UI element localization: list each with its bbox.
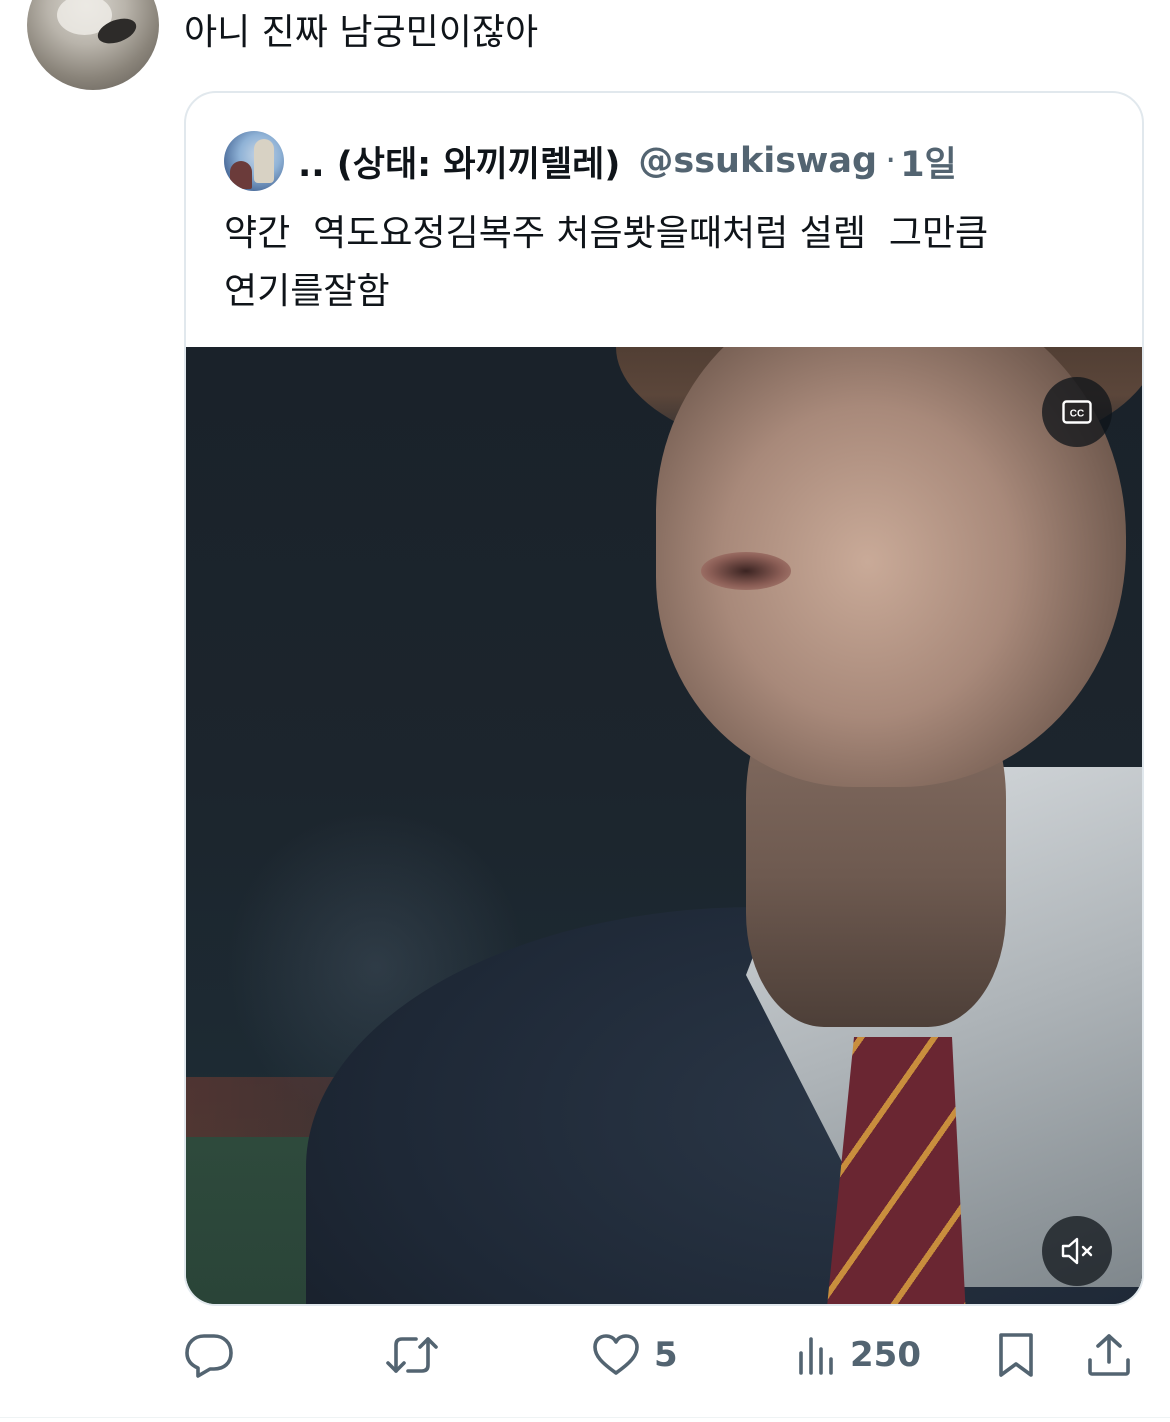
closed-captions-button[interactable]: CC: [1042, 377, 1112, 447]
views-chart-icon: [799, 1337, 833, 1375]
avatar[interactable]: [27, 0, 159, 90]
like-count: 5: [654, 1335, 678, 1375]
reply-text: 아니 진짜 남궁민이잖아: [184, 12, 539, 53]
like-button[interactable]: 5: [592, 1325, 678, 1385]
quoted-avatar[interactable]: [224, 131, 284, 191]
volume-muted-icon: [1061, 1237, 1093, 1265]
quoted-tweet-text: 약간 역도요정김복주 처음봣을때처럼 설렘 그만큼 연기를잘함: [224, 213, 989, 312]
separator-dot: ·: [885, 141, 897, 181]
tweet-reply: 아니 진짜 남궁민이잖아 .. (상태: 와끼끼렐레) @ssukiswag ·…: [0, 0, 1170, 1422]
svg-text:CC: CC: [1070, 409, 1084, 420]
quoted-tweet-header: .. (상태: 와끼끼렐레) @ssukiswag · 1일: [224, 129, 957, 193]
views-count: 250: [850, 1335, 921, 1375]
views-button[interactable]: 250: [796, 1325, 921, 1385]
video-player[interactable]: CC: [186, 347, 1142, 1304]
retweet-button[interactable]: [384, 1325, 440, 1385]
divider: [0, 1417, 1170, 1418]
quoted-display-name[interactable]: .. (상태: 와끼끼렐레): [298, 136, 620, 187]
quoted-tweet-card[interactable]: .. (상태: 와끼끼렐레) @ssukiswag · 1일 약간 역도요정김복…: [184, 91, 1144, 1306]
share-button[interactable]: [1086, 1325, 1132, 1385]
bookmark-icon: [999, 1333, 1033, 1377]
reply-button[interactable]: [184, 1325, 234, 1385]
tweet-action-bar: 5 250: [184, 1325, 1140, 1385]
video-mouth: [701, 552, 791, 590]
quoted-timestamp[interactable]: 1일: [900, 136, 957, 187]
reply-icon: [185, 1334, 233, 1378]
heart-icon: [593, 1334, 639, 1375]
avatar-person: [230, 161, 252, 189]
quoted-handle[interactable]: @ssukiswag: [638, 141, 877, 181]
share-icon: [1088, 1334, 1130, 1376]
closed-captions-icon: CC: [1062, 400, 1092, 424]
retweet-icon: [386, 1337, 438, 1373]
bookmark-button[interactable]: [996, 1325, 1036, 1385]
mute-button[interactable]: [1042, 1216, 1112, 1286]
avatar-statue: [254, 139, 274, 183]
